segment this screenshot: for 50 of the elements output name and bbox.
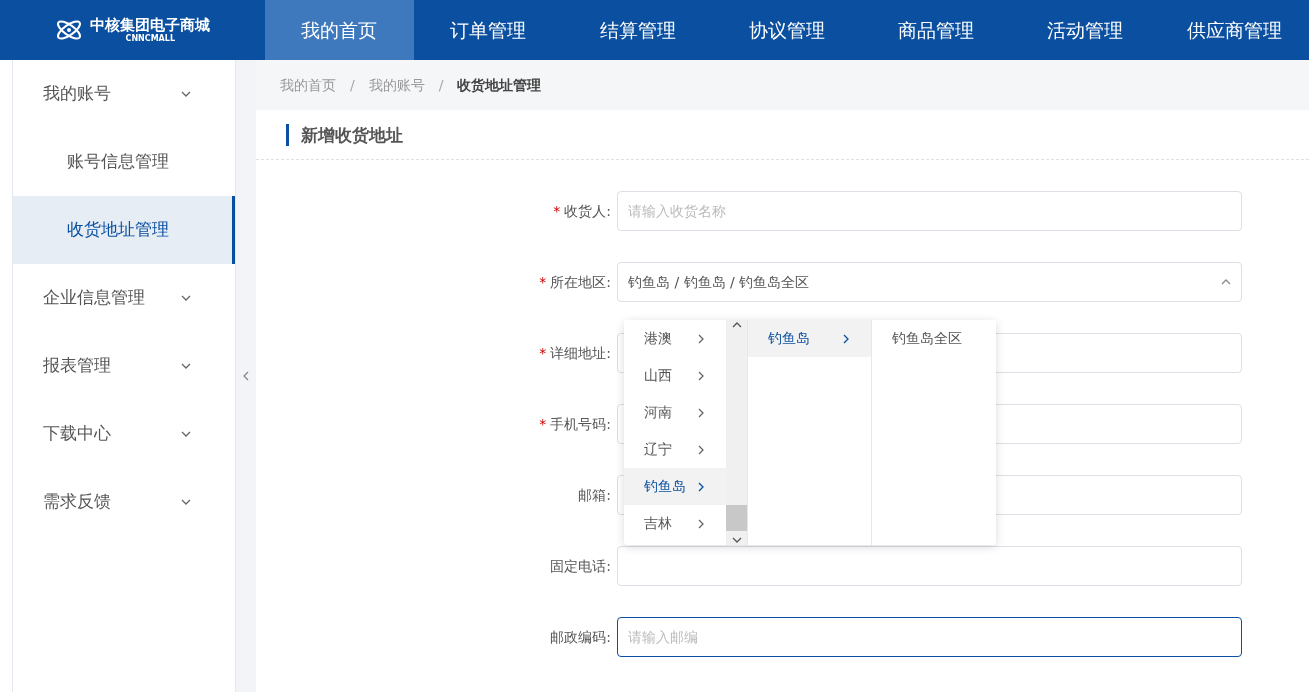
breadcrumb-separator: / xyxy=(350,75,355,95)
collapse-handle[interactable] xyxy=(236,60,256,692)
chevron-icon xyxy=(1221,277,1231,287)
chevron-icon xyxy=(181,497,191,507)
sidebar-subitem[interactable]: 收货地址管理 xyxy=(13,196,235,264)
breadcrumb-current: 收货地址管理 xyxy=(457,75,542,95)
field-label: 手机号码: xyxy=(550,414,611,434)
chevron-icon xyxy=(181,429,191,439)
cascader-option[interactable]: 钓鱼岛全区 xyxy=(872,320,996,357)
nav-tab[interactable]: 供应商管理 xyxy=(1159,0,1309,60)
chevron-icon xyxy=(731,535,742,545)
chevron-icon xyxy=(696,370,706,381)
required-mark: * xyxy=(553,201,561,221)
cascader-option[interactable]: 钓鱼岛 xyxy=(624,468,726,505)
chevron-icon xyxy=(696,518,706,529)
chevron-icon xyxy=(181,293,191,303)
chevron-icon xyxy=(696,481,706,492)
nav-tab[interactable]: 结算管理 xyxy=(562,0,713,60)
chevron-icon xyxy=(696,407,706,418)
scroll-thumb[interactable] xyxy=(726,505,747,531)
required-mark: * xyxy=(539,414,547,434)
chevron-icon xyxy=(696,333,706,344)
required-mark: * xyxy=(539,272,547,292)
scrollbar[interactable] xyxy=(726,320,747,545)
nav-tab[interactable]: 我的首页 xyxy=(264,0,414,60)
field-label: 邮箱: xyxy=(578,485,611,505)
cascader-option[interactable]: 港澳 xyxy=(624,320,726,357)
logo-name: 中核集团电子商城 xyxy=(90,17,211,33)
field-label: 详细地址: xyxy=(550,343,611,363)
chevron-icon xyxy=(241,371,251,381)
nav-tab[interactable]: 订单管理 xyxy=(413,0,563,60)
required-mark: * xyxy=(539,343,547,363)
nav-tab[interactable]: 商品管理 xyxy=(861,0,1011,60)
field-label: 固定电话: xyxy=(550,556,611,576)
nav-tab[interactable]: 活动管理 xyxy=(1010,0,1160,60)
field-label: 所在地区: xyxy=(550,272,611,292)
chevron-icon xyxy=(181,89,191,99)
logo-subtitle: CNNCMALL xyxy=(124,34,176,43)
nav-tab[interactable]: 协议管理 xyxy=(712,0,862,60)
input-field[interactable]: 请输入邮编 xyxy=(617,617,1242,657)
section-title: 新增收货地址 xyxy=(286,124,1309,146)
chevron-icon xyxy=(181,361,191,371)
chevron-icon xyxy=(841,333,851,344)
chevron-icon xyxy=(731,320,742,330)
field-label: 邮政编码: xyxy=(550,627,611,647)
chevron-icon xyxy=(696,444,706,455)
cascader-option[interactable]: 钓鱼岛 xyxy=(748,320,871,357)
field-label: 收货人: xyxy=(564,201,611,221)
breadcrumb-separator: / xyxy=(438,75,444,95)
region-select[interactable]: 钓鱼岛 / 钓鱼岛 / 钓鱼岛全区 xyxy=(617,262,1242,302)
